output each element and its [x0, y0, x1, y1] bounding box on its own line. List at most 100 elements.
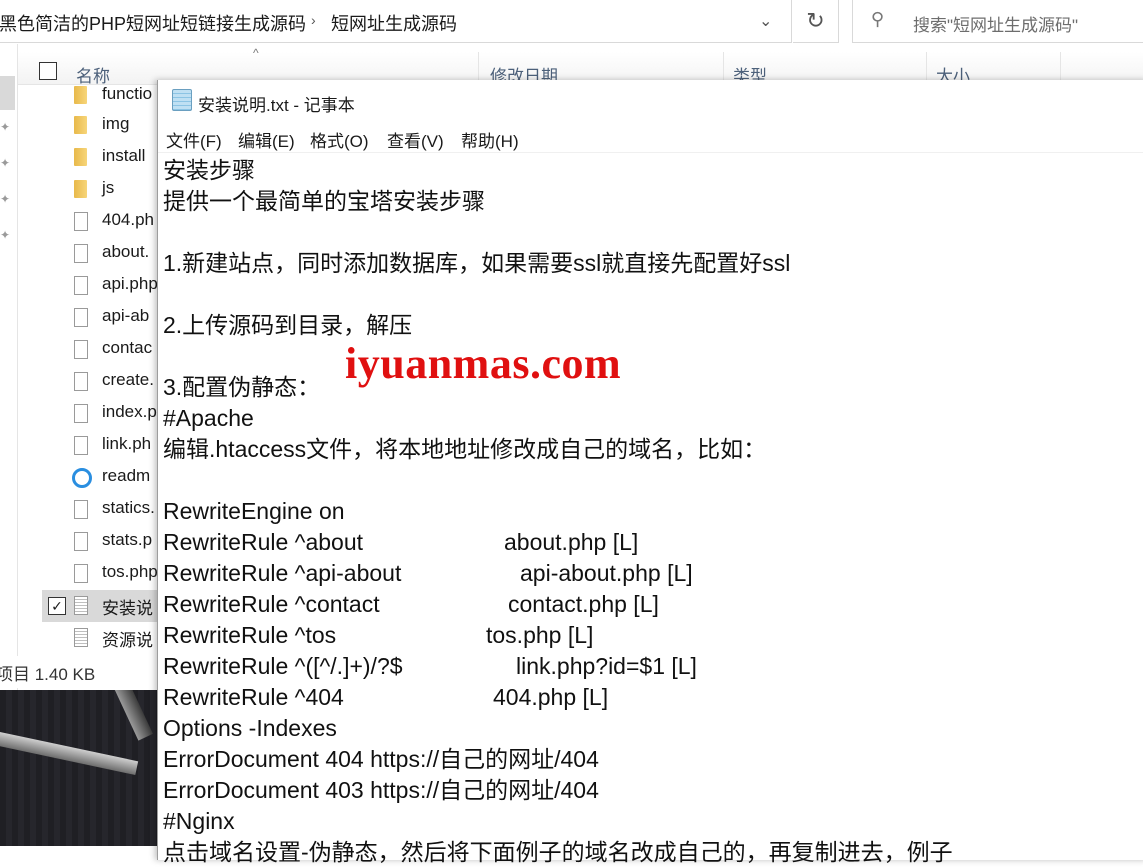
search-icon: ⚲: [871, 9, 885, 29]
file-name: 资源说: [102, 631, 153, 650]
file-icon: [74, 276, 88, 295]
file-name: functio: [102, 84, 153, 103]
menu-file[interactable]: 文件(F): [166, 127, 222, 152]
file-name: link.ph: [102, 434, 152, 453]
explorer-address-row: 黑色简洁的PHP短网址短链接生成源码 › 短网址生成源码 ⌄ ↻ ⚲ 搜索"短网…: [0, 0, 1143, 44]
folder-icon: [74, 148, 87, 166]
file-icon: [74, 404, 88, 423]
rewrite-rule-line: RewriteRule ^contact contact.php [L]: [163, 589, 1143, 620]
text-line: 2.上传源码到目录，解压: [163, 312, 413, 338]
sort-ascending-icon: ^: [253, 46, 259, 60]
rewrite-rule-line: RewriteRule ^about about.php [L]: [163, 527, 1143, 558]
folder-icon: [74, 180, 87, 198]
text-line: 1.新建站点，同时添加数据库，如果需要ssl就直接先配置好ssl: [163, 250, 791, 276]
text-line: ErrorDocument 403 https://自己的网址/404: [163, 777, 599, 803]
text-line: ErrorDocument 404 https://自己的网址/404: [163, 746, 599, 772]
file-name: tos.php: [102, 562, 158, 581]
file-icon: [74, 500, 88, 519]
file-icon: [74, 244, 88, 263]
menu-format[interactable]: 格式(O): [310, 127, 369, 152]
select-all-checkbox[interactable]: [39, 62, 57, 80]
rule-target: about.php [L]: [504, 529, 639, 555]
rule-pattern: RewriteRule ^404: [163, 684, 344, 710]
file-name: js: [102, 178, 115, 197]
notepad-titlebar[interactable]: 安装说明.txt - 记事本: [158, 80, 1143, 122]
row-checkbox-checked[interactable]: ✓: [48, 597, 66, 615]
folder-icon: [74, 116, 87, 134]
text-line: [163, 279, 1143, 310]
pin-icon: ✦: [0, 120, 11, 134]
rule-pattern: RewriteRule ^([^/.]+)/?$: [163, 653, 403, 679]
watermark-text: iyuanmas.com: [345, 339, 622, 388]
file-icon: [74, 532, 88, 551]
file-icon: [74, 340, 88, 359]
rewrite-rule-line: RewriteRule ^api-about api-about.php [L]: [163, 558, 1143, 589]
file-name: install: [102, 146, 146, 165]
text-line: 安装步骤: [163, 157, 255, 183]
file-icon: [74, 436, 88, 455]
file-name: img: [102, 114, 130, 133]
breadcrumb-parent[interactable]: 黑色简洁的PHP短网址短链接生成源码: [0, 10, 306, 36]
file-name: contac: [102, 338, 153, 357]
text-line: [163, 217, 1143, 248]
file-name: 404.ph: [102, 210, 154, 229]
text-line: 点击域名设置-伪静态，然后将下面例子的域名改成自己的，再复制进去，例子: [163, 839, 953, 865]
menu-view[interactable]: 查看(V): [387, 127, 444, 152]
rule-pattern: RewriteRule ^contact: [163, 591, 380, 617]
text-line: RewriteEngine on: [163, 498, 345, 524]
rule-target: contact.php [L]: [508, 591, 659, 617]
file-name: about.: [102, 242, 150, 261]
file-icon: [74, 212, 88, 231]
pin-icon: ✦: [0, 228, 11, 242]
file-icon: [74, 372, 88, 391]
menu-bar: 文件(F) 编辑(E) 格式(O) 查看(V) 帮助(H): [158, 122, 1143, 153]
desktop-wallpaper: [0, 690, 160, 846]
wallpaper-decoration: [113, 690, 153, 741]
folder-icon: [74, 86, 87, 104]
navigation-pane[interactable]: ✦ ✦ ✦ ✦: [0, 44, 17, 690]
status-bar: 项目 1.40 KB: [0, 656, 160, 688]
text-line: Options -Indexes: [163, 715, 337, 741]
text-line: 编辑.htaccess文件，将本地地址修改成自己的域名，比如：: [163, 436, 767, 462]
file-name: create.: [102, 370, 154, 389]
notepad-icon: [172, 89, 192, 111]
text-line: [163, 465, 1143, 496]
file-name: 安装说: [102, 599, 153, 618]
file-name: statics.: [102, 498, 155, 517]
text-line: 提供一个最简单的宝塔安装步骤: [163, 188, 485, 214]
text-file-icon: [74, 628, 88, 647]
nav-selected-item[interactable]: [0, 76, 15, 110]
file-icon: [74, 308, 88, 327]
rule-target: tos.php [L]: [486, 622, 594, 648]
text-file-icon: [74, 596, 88, 615]
address-bar[interactable]: 黑色简洁的PHP短网址短链接生成源码 › 短网址生成源码 ⌄: [0, 0, 792, 43]
file-name: index.p: [102, 402, 157, 421]
rule-target: api-about.php [L]: [520, 560, 693, 586]
text-editor[interactable]: 安装步骤 提供一个最简单的宝塔安装步骤 1.新建站点，同时添加数据库，如果需要s…: [163, 155, 1143, 868]
menu-help[interactable]: 帮助(H): [461, 127, 519, 152]
breadcrumb-separator-icon[interactable]: ›: [311, 12, 316, 28]
pin-icon: ✦: [0, 156, 11, 170]
chevron-down-icon[interactable]: ⌄: [759, 11, 772, 31]
menu-edit[interactable]: 编辑(E): [238, 127, 295, 152]
rule-target: link.php?id=$1 [L]: [516, 653, 697, 679]
search-input[interactable]: ⚲ 搜索"短网址生成源码": [852, 0, 1143, 43]
rule-pattern: RewriteRule ^tos: [163, 622, 337, 648]
breadcrumb-current[interactable]: 短网址生成源码: [331, 10, 457, 36]
file-name: api-ab: [102, 306, 150, 325]
search-placeholder: 搜索"短网址生成源码": [913, 16, 1079, 35]
text-line: [163, 341, 1143, 372]
status-text: 项目 1.40 KB: [0, 665, 96, 684]
wallpaper-decoration: [0, 730, 139, 776]
pin-icon: ✦: [0, 192, 11, 206]
file-name: readm: [102, 466, 151, 485]
browser-file-icon: [72, 468, 92, 488]
file-icon: [74, 564, 88, 583]
rule-target: 404.php [L]: [493, 684, 609, 710]
rewrite-rule-line: RewriteRule ^tos tos.php [L]: [163, 620, 1143, 651]
text-line: 3.配置伪静态：: [163, 374, 321, 400]
refresh-button[interactable]: ↻: [793, 0, 839, 43]
text-line: #Nginx: [163, 808, 235, 834]
window-title: 安装说明.txt - 记事本: [198, 96, 355, 115]
text-line: #Apache: [163, 405, 254, 431]
